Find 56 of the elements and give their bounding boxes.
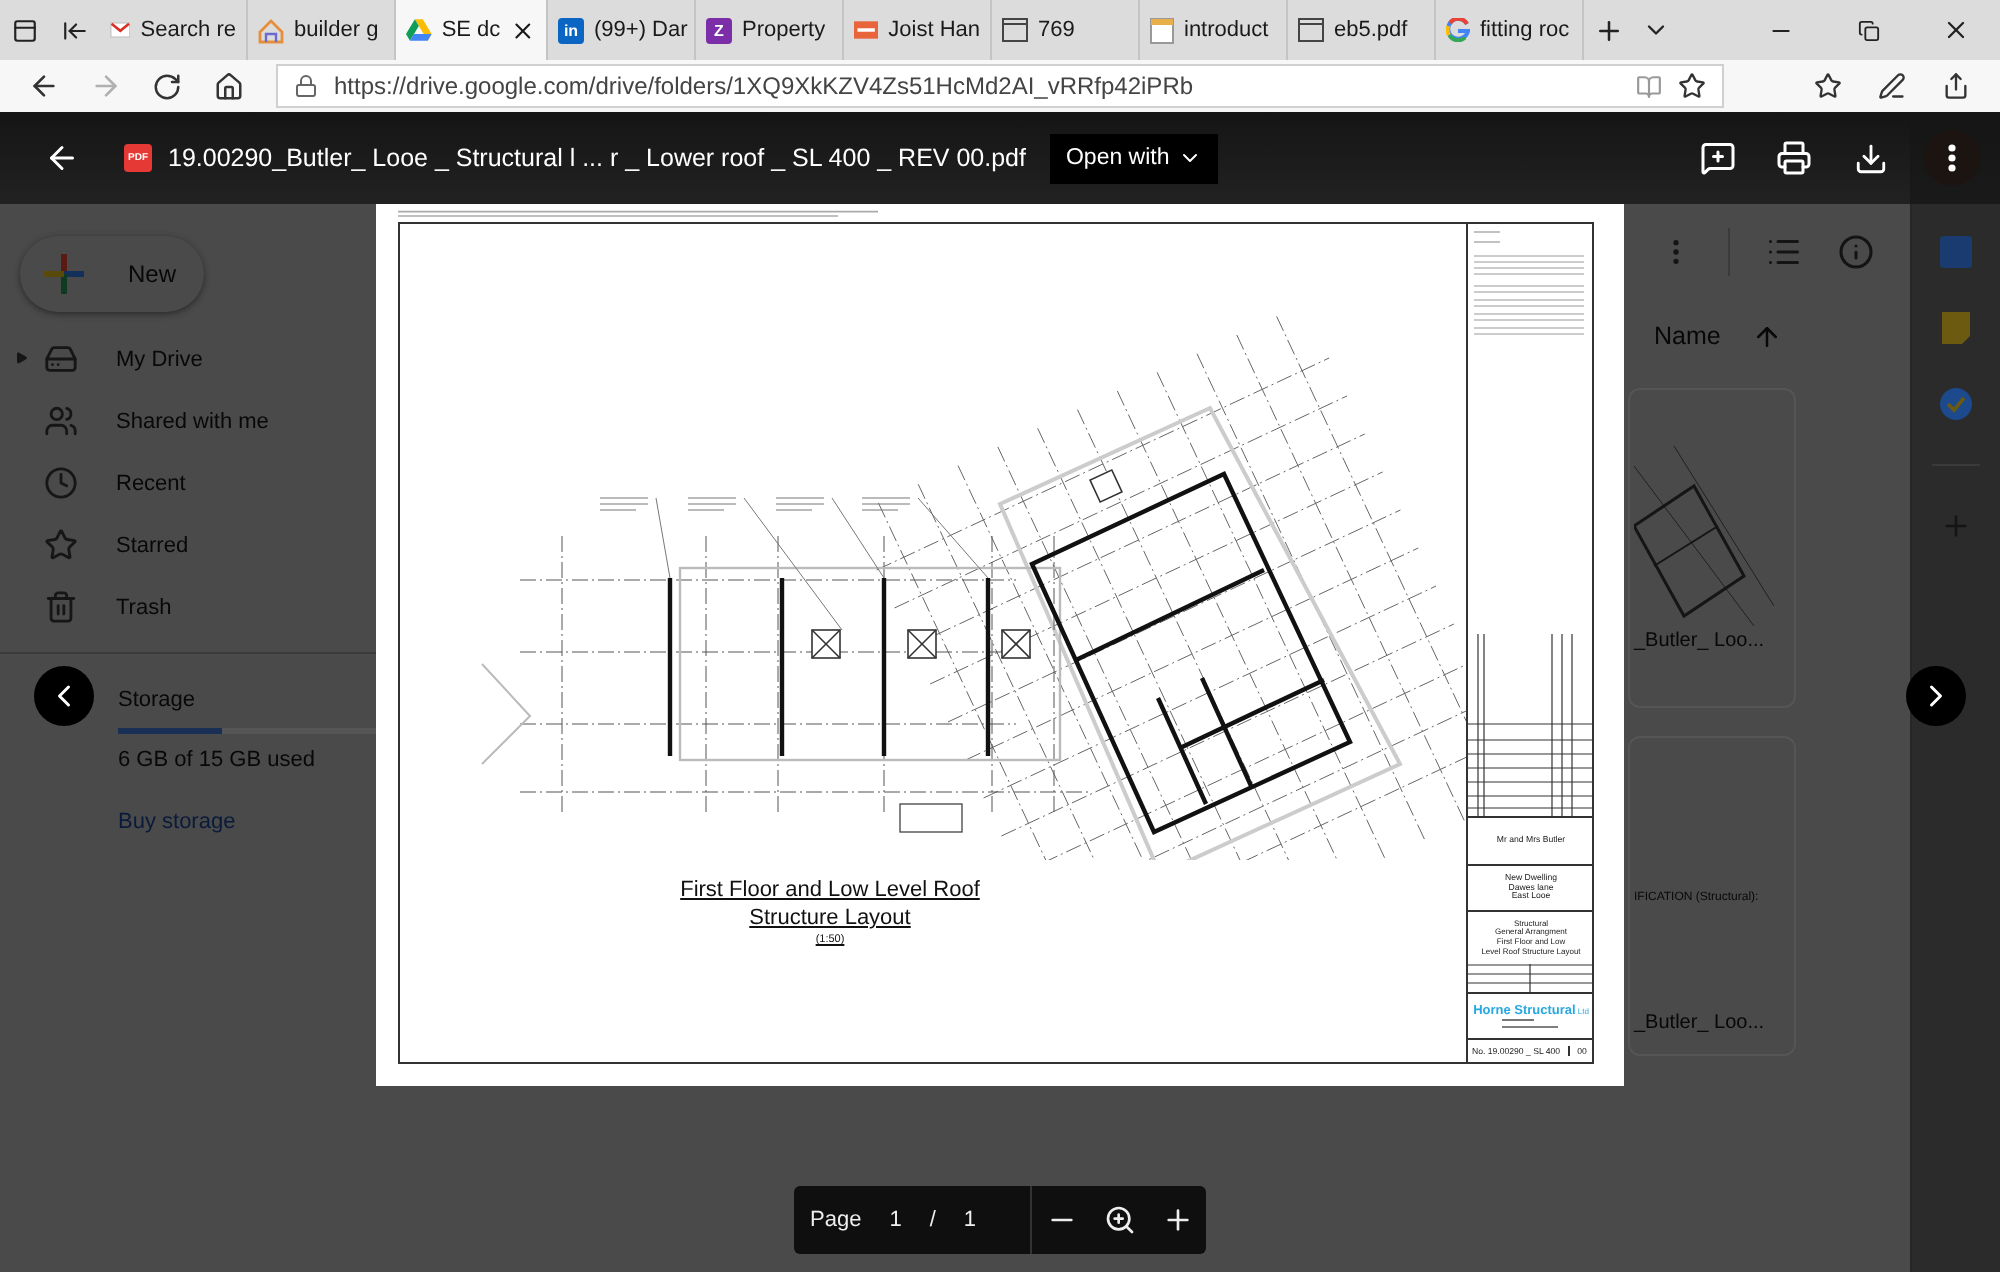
new-tab-icon[interactable] [1593,15,1623,45]
plus-icon [44,254,84,294]
star-icon[interactable] [1678,72,1706,100]
page-label: Page [810,1208,862,1232]
page-separator: / [929,1208,936,1232]
pen-icon[interactable] [1878,72,1906,100]
page-number: 1 [889,1208,902,1232]
reading-view-icon[interactable] [1636,73,1662,99]
windows-icon[interactable] [12,17,38,43]
tabs-aside-icon[interactable] [62,17,88,43]
zoom-icon[interactable] [1103,1204,1135,1236]
contact-lines-drawing [1501,1017,1561,1029]
page-count: 1 [963,1208,977,1232]
drawing-title: First Floor and Low Level Roof [680,876,980,904]
star-icon [44,528,78,562]
favorites-icon[interactable] [1814,72,1842,100]
house-icon [258,17,284,43]
site-logo-icon [854,20,879,40]
drive-icon [44,342,78,376]
browser-tab[interactable]: SE dc [396,0,548,60]
mail-icon [110,20,131,40]
address-field[interactable]: https://drive.google.com/drive/folders/1XQ9XkKZV4Zs51HcMd2AI_vRRfp42iPRb [276,64,1724,108]
download-icon[interactable] [1853,141,1887,175]
storage-label: Storage [118,688,198,712]
close-icon[interactable] [1942,16,1970,44]
site-logo-icon: in [558,17,584,43]
google-logo-icon [1446,18,1470,42]
clock-icon [44,466,78,500]
print-icon[interactable] [1776,140,1812,176]
trash-icon [44,590,78,624]
back-icon[interactable] [27,70,59,102]
close-icon[interactable] [510,17,536,43]
drawing-title: Structure Layout [749,904,911,932]
previous-button[interactable] [34,665,94,725]
zoom-in-icon[interactable] [1161,1204,1193,1236]
open-with-button[interactable]: Open with [1049,133,1218,183]
file-name: _Butler_ Loo... [1634,630,1767,652]
refresh-icon[interactable] [152,71,182,101]
storage-usage-text: 6 GB of 15 GB used [118,748,317,772]
site-logo-icon: Z [706,17,732,43]
lock-icon [294,74,318,98]
add-comment-icon[interactable] [1700,140,1736,176]
back-icon[interactable] [44,140,80,176]
file-title: 19.00290_Butler_ Looe _ Structural l ... r _ Lower roof _ SL 400 _ REV 00.pdf [168,144,1026,172]
home-icon[interactable] [214,71,244,101]
triangle-logo-icon [406,18,432,42]
more-button[interactable] [1924,130,1980,186]
more-icon [1948,144,1956,172]
check-circle-icon[interactable] [1940,388,1972,420]
file-name: _Butler_ Loo... [1634,1012,1767,1034]
page-icon [1002,18,1028,42]
note-icon [1150,17,1174,43]
page-icon [1298,18,1324,42]
restore-icon[interactable] [1857,19,1879,41]
share-icon[interactable] [1942,72,1970,100]
people-icon [44,404,78,438]
